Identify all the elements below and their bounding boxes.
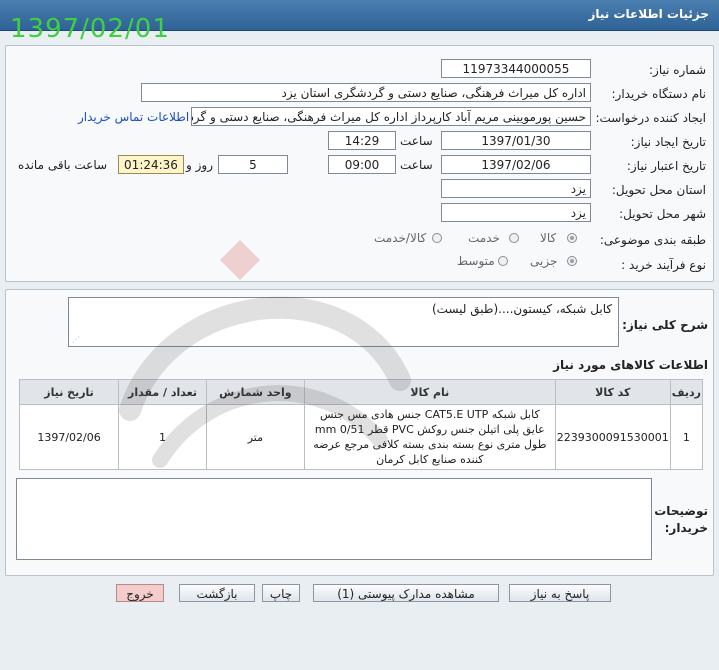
cell-date: 1397/02/06 [18, 404, 120, 470]
province-label: استان محل تحویل: [611, 183, 706, 197]
items-table-header: ردیف کد کالا نام کالا واحد شمارش تعداد /… [18, 379, 704, 405]
category-radio-service[interactable] [509, 233, 519, 243]
category-radio-goods-service[interactable] [432, 233, 442, 243]
col-code: کد کالا [554, 379, 671, 405]
buyer-notes-label: توضیحات خریدار: [654, 504, 708, 535]
description-box: کابل شبکه، کیستون....(طبق لیست) ⋰ [68, 297, 619, 347]
process-radio-minor[interactable] [567, 256, 577, 266]
process-label: نوع فرآیند خرید : [621, 258, 706, 272]
creation-time-label: ساعت [400, 134, 433, 148]
reply-button[interactable]: پاسخ به نیاز [509, 584, 611, 602]
validity-date-label: تاریخ اعتبار نیاز: [626, 159, 706, 173]
attachments-button[interactable]: مشاهده مدارک پیوستی (1) [313, 584, 499, 602]
creation-time-field: 14:29 [328, 131, 396, 150]
creation-date-field: 1397/01/30 [441, 131, 591, 150]
description-label: شرح کلی نیاز: [622, 318, 708, 332]
col-date: تاریخ نیاز [18, 379, 120, 405]
province-field: یزد [441, 179, 591, 198]
col-name: نام کالا [303, 379, 556, 405]
exit-button[interactable]: خروج [116, 584, 164, 602]
col-row: ردیف [669, 379, 704, 405]
items-table: ردیف کد کالا نام کالا واحد شمارش تعداد /… [18, 379, 704, 470]
process-option-medium: متوسط [457, 254, 495, 268]
category-option-goods: کالا [540, 231, 557, 245]
validity-time-field: 09:00 [328, 155, 396, 174]
category-label: طبقه بندی موضوعی: [599, 233, 706, 247]
remaining-label: ساعت باقی مانده [18, 158, 108, 172]
city-field: یزد [441, 203, 591, 222]
cell-qty: 1 [118, 404, 207, 470]
table-row: 1 2239300091530001 کابل شبکه CAT5.E UTP … [18, 404, 704, 470]
cell-row: 1 [669, 404, 704, 470]
resize-grip-icon[interactable]: ⋰ [72, 335, 80, 344]
requester-field: حسین پورمویینی مریم آباد کارپرداز اداره … [191, 107, 591, 126]
remaining-time-field: 01:24:36 [118, 155, 184, 174]
days-field: 5 [218, 155, 288, 174]
requester-label: ایجاد کننده درخواست: [595, 111, 706, 125]
buyer-contact-link[interactable]: اطلاعات تماس خریدار [78, 110, 189, 124]
cell-name: کابل شبکه CAT5.E UTP جنس هادی مس جنس عای… [303, 404, 556, 470]
category-option-service: خدمت [468, 231, 500, 245]
category-option-goods-service: کالا/خدمت [374, 231, 427, 245]
category-radio-goods[interactable] [567, 233, 577, 243]
validity-time-label: ساعت [400, 158, 433, 172]
need-number-label: شماره نیاز: [649, 63, 706, 77]
col-qty: تعداد / مقدار [118, 379, 207, 405]
creation-date-label: تاریخ ایجاد نیاز: [630, 135, 706, 149]
need-number-field: 11973344000055 [441, 59, 591, 78]
validity-date-field: 1397/02/06 [441, 155, 591, 174]
items-section-title: اطلاعات کالاهای مورد نیاز [553, 358, 708, 372]
col-unit: واحد شمارش [205, 379, 305, 405]
cell-unit: متر [205, 404, 305, 470]
description-text: کابل شبکه، کیستون....(طبق لیست) [432, 302, 613, 316]
days-label: روز و [186, 158, 213, 172]
back-button[interactable]: بازگشت [179, 584, 255, 602]
window-title: جزئیات اطلاعات نیاز [588, 7, 709, 21]
overlay-date: 1397/02/01 [10, 14, 170, 44]
buyer-org-field: اداره کل میراث فرهنگی، صنایع دستی و گردش… [141, 83, 591, 102]
process-radio-medium[interactable] [498, 256, 508, 266]
buyer-org-label: نام دستگاه خریدار: [611, 87, 707, 101]
cell-code: 2239300091530001 [554, 404, 671, 470]
print-button[interactable]: چاپ [262, 584, 300, 602]
process-option-minor: جزیی [530, 254, 558, 268]
buyer-notes-box[interactable] [16, 478, 652, 560]
city-label: شهر محل تحویل: [619, 207, 706, 221]
